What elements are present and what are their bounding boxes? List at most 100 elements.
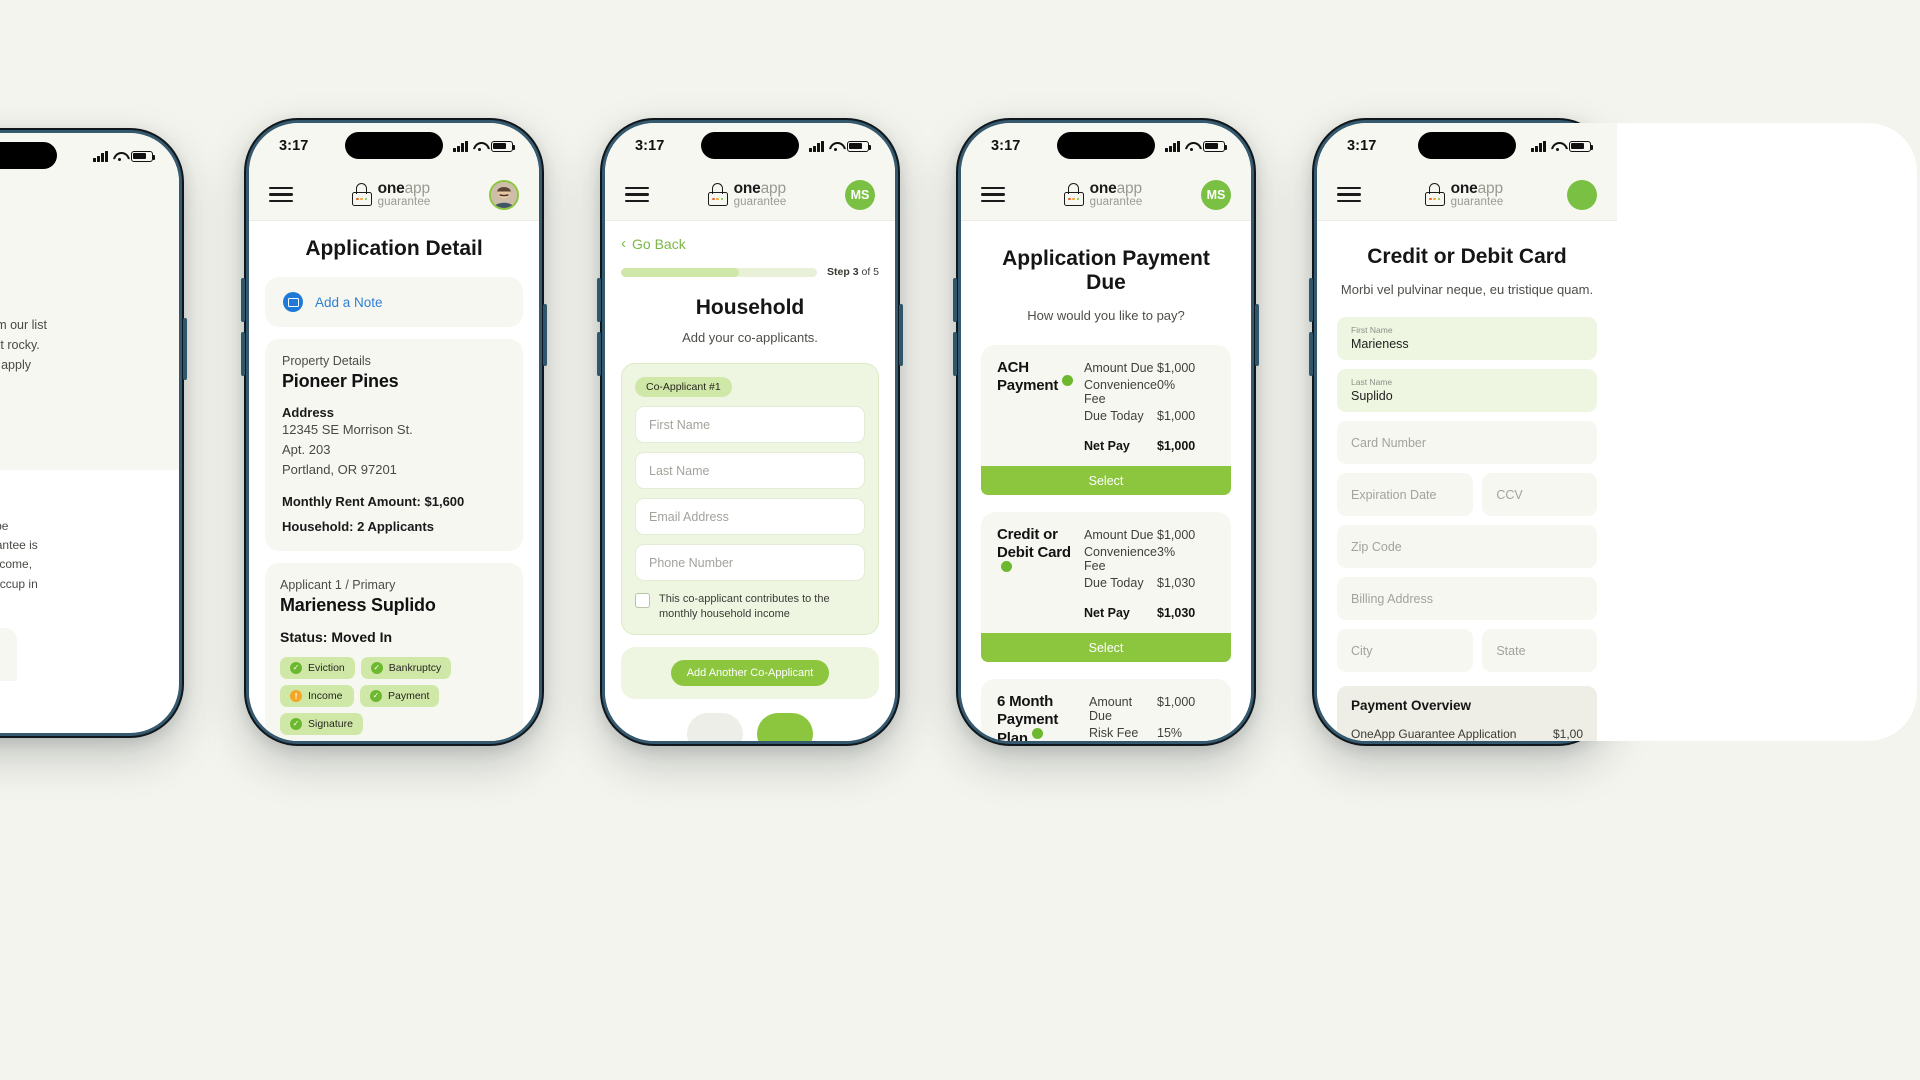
back-fab-button[interactable]: [687, 713, 743, 741]
table-row: Amount Due $1,000: [1089, 693, 1215, 724]
wifi-icon: [829, 141, 842, 152]
menu-icon[interactable]: [1337, 186, 1361, 203]
volume-down-button[interactable]: [953, 332, 957, 376]
go-back-button[interactable]: ‹ Go Back: [621, 235, 879, 252]
total-value: $1,000: [1157, 438, 1196, 453]
lock-icon: [1424, 182, 1445, 206]
chip-label: Payment: [388, 690, 430, 703]
table-row: Amount Due $1,000: [1084, 359, 1215, 376]
last-name-field[interactable]: Last Name Suplido: [1337, 369, 1597, 412]
how-tile-apply[interactable]: Apply Apply at a participating property.…: [0, 627, 17, 681]
billing-placeholder: Billing Address: [1351, 591, 1433, 606]
volume-down-button[interactable]: [597, 332, 601, 376]
info-icon[interactable]: [1001, 560, 1012, 572]
wifi-icon: [113, 151, 126, 162]
page-title: Household: [695, 296, 805, 319]
screenshot-stage: 3:17: [0, 0, 1920, 1080]
logo-guarantee: guarantee: [733, 195, 787, 208]
volume-up-button[interactable]: [1309, 278, 1313, 322]
cellular-bars-icon: [1531, 140, 1546, 152]
power-button[interactable]: [1255, 304, 1259, 366]
add-another-coapplicant-button[interactable]: Add Another Co-Applicant: [670, 660, 830, 687]
status-bar: 3:17: [249, 123, 539, 169]
info-icon[interactable]: [1031, 727, 1043, 739]
table-row-total: Net Pay $1,030: [1084, 604, 1215, 621]
app-header: oneapp guarantee: [1317, 169, 1617, 221]
phone-3-content: ‹ Go Back Step 3 of 5 Household Add your…: [605, 221, 895, 741]
next-fab-button[interactable]: [757, 713, 813, 741]
chip-payment[interactable]: Payment: [360, 685, 440, 708]
oneapp-logo: oneapp guarantee: [351, 180, 431, 209]
phone1-body-line1: nce. When you choose from our list: [0, 317, 47, 332]
lock-icon: [1063, 182, 1084, 206]
select-credit-button[interactable]: Select: [981, 633, 1231, 662]
volume-up-button[interactable]: [953, 278, 957, 322]
expiration-date-field[interactable]: Expiration Date: [1337, 473, 1474, 516]
ccv-field[interactable]: CCV: [1482, 473, 1597, 516]
row-label: Convenience Fee: [1084, 377, 1157, 406]
how-it-works-title: ow It Works: [0, 488, 165, 508]
first-name-field[interactable]: First Name Marieness: [1337, 317, 1597, 360]
city-placeholder: City: [1351, 643, 1373, 658]
phone-3-screen: 3:17 oneapp guarantee MS ‹ Go Back Step …: [605, 123, 895, 741]
method-name: Credit or Debit Card: [997, 526, 1071, 562]
email-input[interactable]: Email Address: [635, 498, 865, 535]
lock-icon: [707, 182, 728, 206]
phone1-body-line3: gthen your application and apply: [0, 358, 31, 372]
page-title: Credit or Debit Card: [1367, 245, 1567, 268]
power-button[interactable]: [899, 304, 903, 366]
method-name: 6 Month Payment Plan: [997, 693, 1059, 741]
row-label: Amount Due: [1084, 527, 1154, 542]
status-bar: 3:17: [605, 123, 895, 169]
app-header: oneapp guarantee: [249, 169, 539, 221]
logo-one: one: [733, 179, 761, 197]
total-value: $1,030: [1157, 605, 1196, 620]
method-rows: Amount Due $1,000 Risk Fee 15% 5 Payment…: [1089, 693, 1215, 741]
power-button[interactable]: [183, 318, 187, 380]
power-button[interactable]: [543, 304, 547, 366]
row-label: Amount Due: [1089, 694, 1133, 723]
logo-guarantee: guarantee: [1089, 195, 1143, 208]
income-checkbox[interactable]: [635, 593, 650, 608]
volume-up-button[interactable]: [241, 278, 245, 322]
note-icon: [283, 292, 303, 312]
chip-signature[interactable]: Signature: [280, 713, 363, 736]
chip-income[interactable]: Income: [280, 685, 354, 708]
last-name-input[interactable]: Last Name: [635, 452, 865, 489]
select-ach-button[interactable]: Select: [981, 466, 1231, 495]
income-checkbox-row[interactable]: This co-applicant contributes to the mon…: [635, 592, 865, 621]
chip-eviction[interactable]: Eviction: [280, 657, 355, 680]
status-time: 3:17: [279, 138, 309, 154]
volume-down-button[interactable]: [241, 332, 245, 376]
add-note-card[interactable]: Add a Note: [265, 277, 523, 327]
how-body-line2: we can help. OneApp Guarantee is: [0, 537, 38, 552]
card-number-field[interactable]: Card Number: [1337, 421, 1597, 464]
total-label: Net Pay: [1084, 605, 1130, 620]
billing-address-field[interactable]: Billing Address: [1337, 577, 1597, 620]
lock-icon: [351, 182, 372, 206]
city-field[interactable]: City: [1337, 629, 1474, 672]
page-subtitle: Morbi vel pulvinar neque, eu tristique q…: [1340, 282, 1594, 297]
phone-input[interactable]: Phone Number: [635, 544, 865, 581]
status-badge: Status: Moved In: [280, 629, 393, 646]
info-icon[interactable]: [1062, 375, 1074, 387]
avatar[interactable]: MS: [1200, 179, 1231, 210]
zip-code-field[interactable]: Zip Code: [1337, 525, 1597, 568]
menu-icon[interactable]: [269, 186, 293, 203]
address-line-3: Portland, OR 97201: [282, 462, 397, 478]
phone-mockup-4: 3:17 oneapp guarantee MS Application Pay…: [953, 118, 1259, 746]
state-field[interactable]: State: [1482, 629, 1597, 672]
volume-up-button[interactable]: [597, 278, 601, 322]
phone-mockup-3: 3:17 oneapp guarantee MS ‹ Go Back Step …: [597, 118, 903, 746]
volume-down-button[interactable]: [1309, 332, 1313, 376]
dynamic-island: [345, 132, 443, 159]
menu-icon[interactable]: [625, 186, 649, 203]
avatar[interactable]: MS: [844, 179, 875, 210]
phone-placeholder: Phone Number: [649, 555, 734, 570]
first-name-input[interactable]: First Name: [635, 406, 865, 443]
avatar[interactable]: [1566, 179, 1597, 210]
chip-bankruptcy[interactable]: Bankruptcy: [360, 657, 452, 680]
property-details-card: Property Details Pioneer Pines Address 1…: [265, 339, 523, 552]
avatar[interactable]: [488, 179, 519, 210]
menu-icon[interactable]: [981, 186, 1005, 203]
